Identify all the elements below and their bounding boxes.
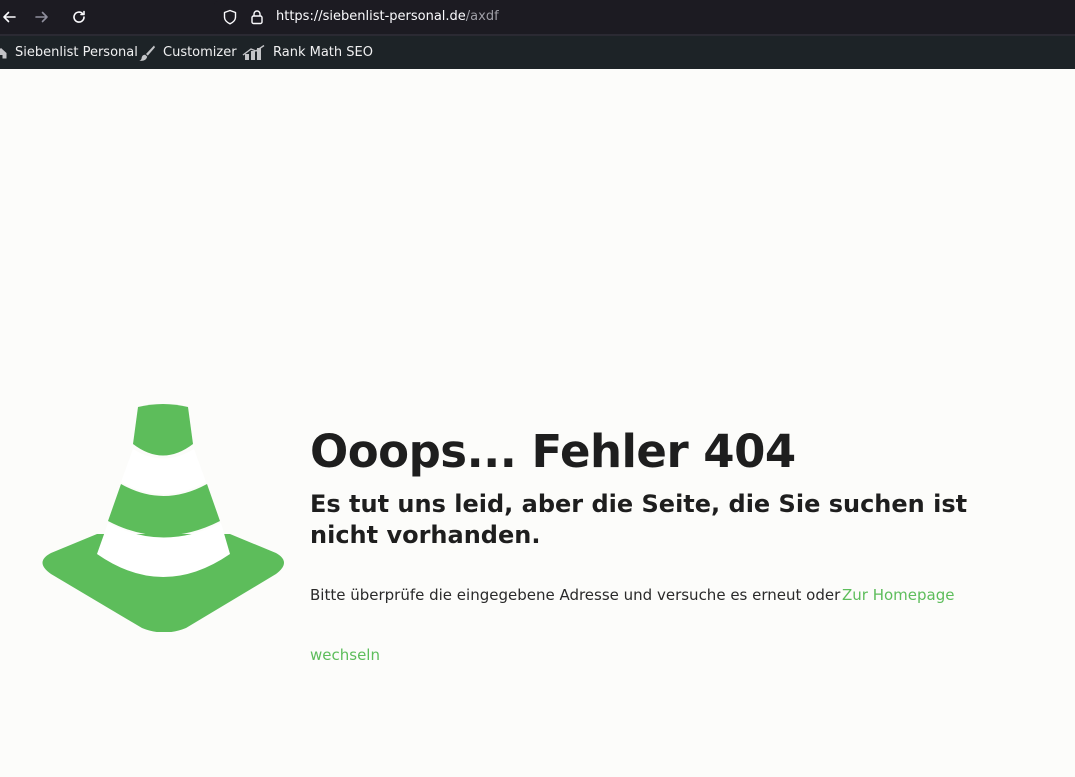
address-bar[interactable]: https://siebenlist-personal.de/axdf xyxy=(214,1,1075,33)
wp-admin-bar: Siebenlist Personal Customizer Rank Math… xyxy=(0,36,1075,69)
paintbrush-icon xyxy=(139,45,155,61)
admin-bar-item-label: Siebenlist Personal xyxy=(15,45,138,60)
page-content: Ooops... Fehler 404 Es tut uns leid, abe… xyxy=(0,69,1075,777)
lock-icon[interactable] xyxy=(249,9,265,25)
homepage-link[interactable]: Zur Homepage xyxy=(842,586,954,604)
admin-bar-item-rank-math[interactable]: Rank Math SEO xyxy=(242,36,373,69)
url-host: https://siebenlist-personal.de xyxy=(276,9,466,24)
arrow-right-icon xyxy=(35,11,48,23)
shield-icon[interactable] xyxy=(222,9,238,25)
forward-button[interactable] xyxy=(29,4,55,30)
url-text[interactable]: https://siebenlist-personal.de/axdf xyxy=(276,1,499,33)
admin-bar-item-site[interactable]: Siebenlist Personal xyxy=(0,36,138,69)
reload-button[interactable] xyxy=(66,4,92,30)
arrow-left-icon xyxy=(3,11,16,23)
admin-bar-item-label: Rank Math SEO xyxy=(273,45,373,60)
url-path: /axdf xyxy=(465,9,499,24)
admin-bar-item-customizer[interactable]: Customizer xyxy=(138,36,237,69)
home-icon xyxy=(0,47,7,58)
error-message: Bitte überprüfe die eingegebene Adresse … xyxy=(310,586,841,604)
rank-math-icon xyxy=(242,44,265,60)
traffic-cone-icon xyxy=(42,404,284,632)
back-button[interactable] xyxy=(0,4,22,30)
error-heading: Ooops... Fehler 404 xyxy=(310,425,796,478)
reload-icon xyxy=(73,10,85,23)
error-subheading: Es tut uns leid, aber die Seite, die Sie… xyxy=(310,490,968,549)
admin-bar-item-label: Customizer xyxy=(163,45,237,60)
browser-toolbar: https://siebenlist-personal.de/axdf xyxy=(0,0,1075,34)
homepage-link-continued[interactable]: wechseln xyxy=(310,646,380,664)
